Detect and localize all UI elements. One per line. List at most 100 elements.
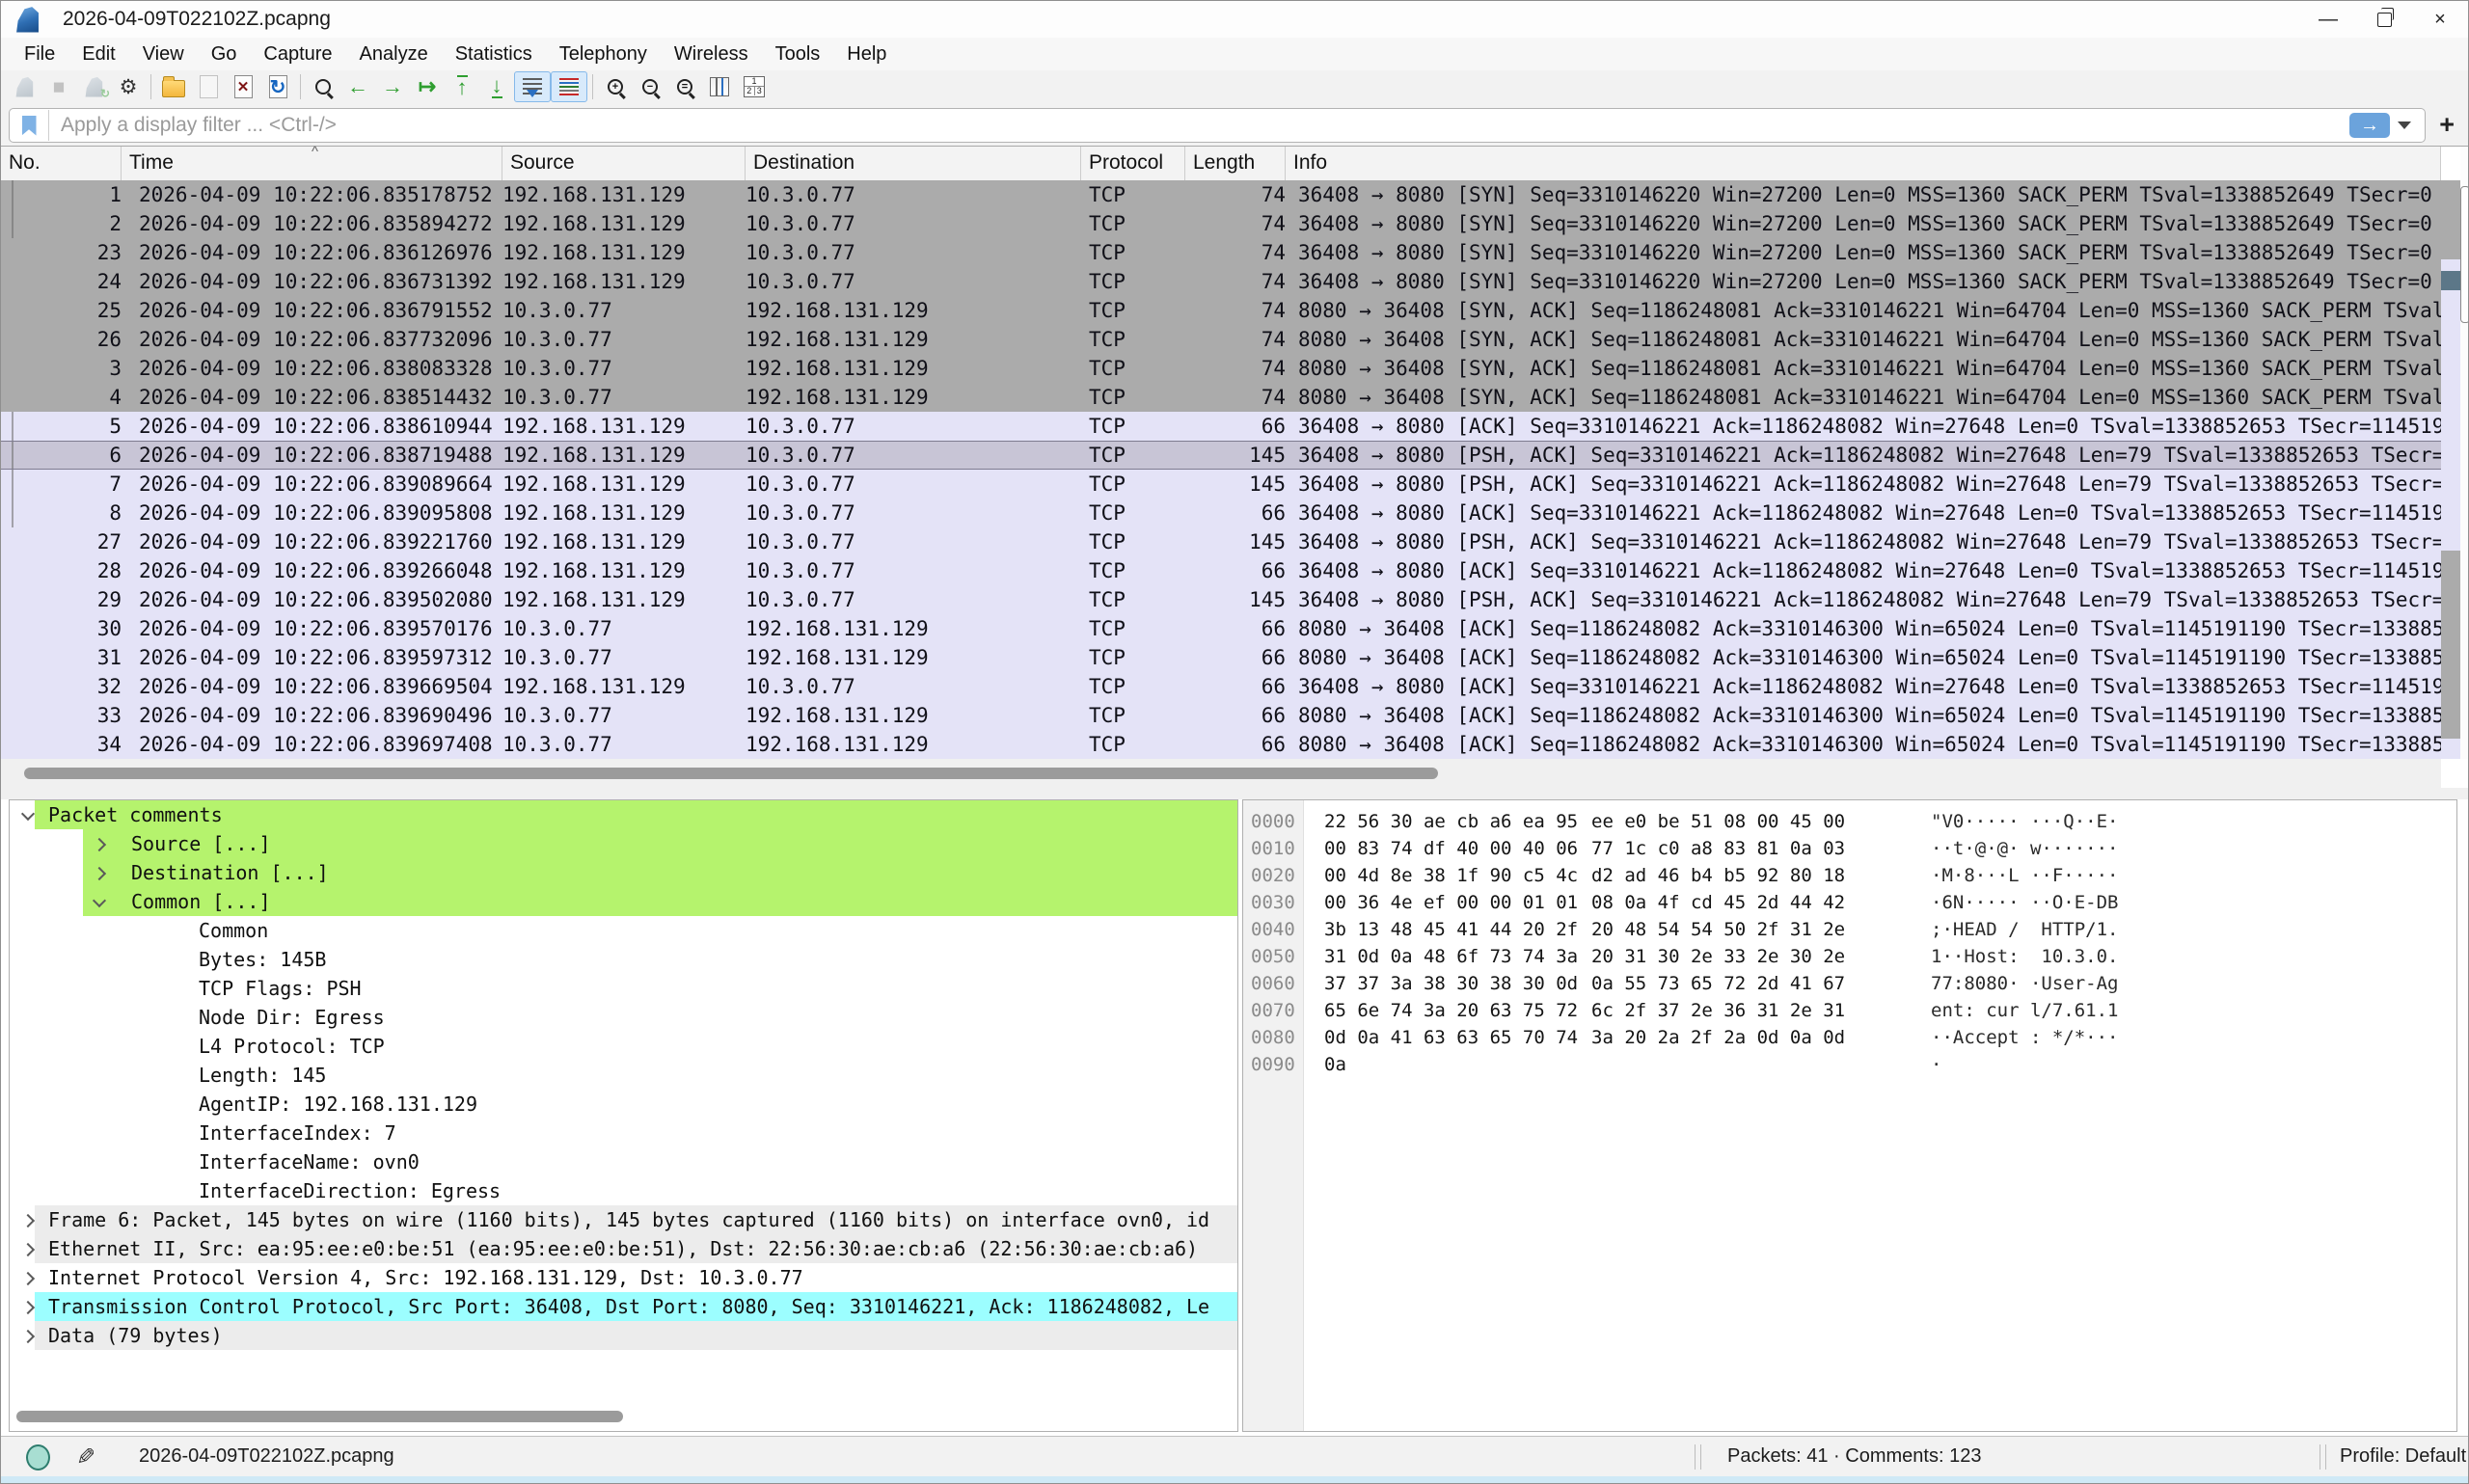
hex-row[interactable]: 00900a· xyxy=(1243,1051,2456,1078)
expert-info-icon[interactable] xyxy=(26,1444,50,1471)
detail-row[interactable]: Common [...] xyxy=(10,887,1237,916)
hex-row[interactable]: 006037 37 3a 38 30 38 30 0d0a 55 73 65 7… xyxy=(1243,970,2456,997)
zoom-in-button[interactable]: + xyxy=(598,72,633,101)
go-to-packet-button[interactable]: ↦ xyxy=(410,72,445,101)
column-header-protocol[interactable]: Protocol xyxy=(1081,147,1185,180)
auto-scroll-toggle[interactable] xyxy=(514,71,551,102)
menu-item-telephony[interactable]: Telephony xyxy=(546,38,661,70)
detail-row[interactable]: AgentIP: 192.168.131.129 xyxy=(10,1090,1237,1119)
add-filter-button-plus[interactable]: + xyxy=(2439,111,2455,138)
packet-list-hscrollbar[interactable] xyxy=(1,759,2441,788)
zoom-out-button[interactable]: − xyxy=(633,72,667,101)
detail-row[interactable]: InterfaceIndex: 7 xyxy=(10,1119,1237,1147)
capture-options-button[interactable]: ⚙ xyxy=(111,72,146,101)
menu-item-view[interactable]: View xyxy=(129,38,198,70)
collapsed-chevron-icon[interactable] xyxy=(21,1243,35,1256)
detail-row[interactable]: Frame 6: Packet, 145 bytes on wire (1160… xyxy=(10,1205,1237,1234)
capture-comment-icon[interactable]: ✎ xyxy=(76,1444,95,1471)
packet-row[interactable]: 72026-04-09 10:22:06.839089664192.168.13… xyxy=(1,470,2441,499)
hex-row[interactable]: 003000 36 4e ef 00 00 01 0108 0a 4f cd 4… xyxy=(1243,889,2456,916)
hex-row[interactable]: 00800d 0a 41 63 63 65 70 743a 20 2a 2f 2… xyxy=(1243,1024,2456,1051)
detail-row[interactable]: L4 Protocol: TCP xyxy=(10,1032,1237,1061)
resize-columns-button[interactable] xyxy=(702,72,737,101)
detail-row[interactable]: Destination [...] xyxy=(10,858,1237,887)
close-file-button[interactable]: ✕ xyxy=(226,72,260,101)
collapsed-chevron-icon[interactable] xyxy=(21,1214,35,1228)
open-file-button[interactable] xyxy=(156,72,191,101)
menu-item-go[interactable]: Go xyxy=(198,38,251,70)
column-header-source[interactable]: Source xyxy=(502,147,746,180)
collapsed-chevron-icon[interactable] xyxy=(21,1330,35,1343)
packet-row[interactable]: 272026-04-09 10:22:06.839221760192.168.1… xyxy=(1,527,2441,556)
packet-row[interactable]: 232026-04-09 10:22:06.836126976192.168.1… xyxy=(1,238,2441,267)
packet-row[interactable]: 42026-04-09 10:22:06.83851443210.3.0.771… xyxy=(1,383,2441,412)
menu-item-tools[interactable]: Tools xyxy=(762,38,834,70)
packet-row[interactable]: 292026-04-09 10:22:06.839502080192.168.1… xyxy=(1,585,2441,614)
display-filter-input[interactable] xyxy=(49,113,2349,138)
menu-item-help[interactable]: Help xyxy=(833,38,900,70)
close-button[interactable]: × xyxy=(2412,1,2468,38)
column-header-length[interactable]: Length xyxy=(1185,147,1286,180)
colorize-toggle[interactable] xyxy=(551,71,587,102)
pane-splitter[interactable] xyxy=(1,788,2468,799)
packet-row[interactable]: 322026-04-09 10:22:06.839669504192.168.1… xyxy=(1,672,2441,701)
menu-item-file[interactable]: File xyxy=(11,38,68,70)
menu-item-wireless[interactable]: Wireless xyxy=(661,38,762,70)
hex-row[interactable]: 000022 56 30 ae cb a6 ea 95ee e0 be 51 0… xyxy=(1243,808,2456,835)
collapsed-chevron-icon[interactable] xyxy=(21,1301,35,1314)
hex-row[interactable]: 00403b 13 48 45 41 44 20 2f20 48 54 54 5… xyxy=(1243,916,2456,943)
packet-row[interactable]: 282026-04-09 10:22:06.839266048192.168.1… xyxy=(1,556,2441,585)
menu-item-edit[interactable]: Edit xyxy=(68,38,128,70)
find-packet-button[interactable] xyxy=(306,72,340,101)
column-header-no[interactable]: No. xyxy=(1,147,122,180)
packet-row[interactable]: 22026-04-09 10:22:06.835894272192.168.13… xyxy=(1,209,2441,238)
go-forward-button[interactable]: → xyxy=(375,72,410,101)
column-header-info[interactable]: Info xyxy=(1286,147,2441,180)
filter-dropdown-chevron-icon[interactable] xyxy=(2398,121,2411,129)
status-profile[interactable]: Profile: Default xyxy=(2340,1445,2466,1468)
packet-row[interactable]: 332026-04-09 10:22:06.83969049610.3.0.77… xyxy=(1,701,2441,730)
detail-row[interactable]: Common xyxy=(10,916,1237,945)
collapsed-chevron-icon[interactable] xyxy=(21,1272,35,1285)
detail-row[interactable]: TCP Flags: PSH xyxy=(10,974,1237,1003)
vertical-scrollbar-thumb[interactable] xyxy=(2460,186,2469,323)
column-header-destination[interactable]: Destination xyxy=(746,147,1081,180)
menu-item-analyze[interactable]: Analyze xyxy=(346,38,442,70)
detail-row[interactable]: Node Dir: Egress xyxy=(10,1003,1237,1032)
packet-row[interactable]: 302026-04-09 10:22:06.83957017610.3.0.77… xyxy=(1,614,2441,643)
menu-item-capture[interactable]: Capture xyxy=(250,38,345,70)
detail-row[interactable]: Length: 145 xyxy=(10,1061,1237,1090)
reload-file-button[interactable]: ↻ xyxy=(260,72,295,101)
packet-row[interactable]: 62026-04-09 10:22:06.838719488192.168.13… xyxy=(1,441,2441,470)
minimize-button[interactable]: — xyxy=(2300,1,2356,38)
apply-filter-button[interactable]: → xyxy=(2349,113,2390,138)
packet-row[interactable]: 252026-04-09 10:22:06.83679155210.3.0.77… xyxy=(1,296,2441,325)
packet-row[interactable]: 312026-04-09 10:22:06.83959731210.3.0.77… xyxy=(1,643,2441,672)
detail-row[interactable]: Packet comments xyxy=(10,800,1237,829)
detail-row[interactable]: InterfaceName: ovn0 xyxy=(10,1147,1237,1176)
packet-list-minimap-scrollbar[interactable] xyxy=(2441,180,2460,759)
detail-row[interactable]: Source [...] xyxy=(10,829,1237,858)
packet-list-hscrollbar-thumb[interactable] xyxy=(24,768,1438,779)
go-to-top-button[interactable]: ↑ xyxy=(445,72,479,101)
hex-row[interactable]: 005031 0d 0a 48 6f 73 74 3a20 31 30 2e 3… xyxy=(1243,943,2456,970)
packet-row[interactable]: 82026-04-09 10:22:06.839095808192.168.13… xyxy=(1,499,2441,527)
hex-row[interactable]: 002000 4d 8e 38 1f 90 c5 4cd2 ad 46 b4 b… xyxy=(1243,862,2456,889)
packet-row[interactable]: 342026-04-09 10:22:06.83969740810.3.0.77… xyxy=(1,730,2441,759)
hex-row[interactable]: 007065 6e 74 3a 20 63 75 726c 2f 37 2e 3… xyxy=(1243,997,2456,1024)
packet-row[interactable]: 12026-04-09 10:22:06.835178752192.168.13… xyxy=(1,180,2441,209)
packet-row[interactable]: 262026-04-09 10:22:06.83773209610.3.0.77… xyxy=(1,325,2441,354)
packet-row[interactable]: 32026-04-09 10:22:06.83808332810.3.0.771… xyxy=(1,354,2441,383)
go-back-button[interactable]: ← xyxy=(340,72,375,101)
packet-row[interactable]: 242026-04-09 10:22:06.836731392192.168.1… xyxy=(1,267,2441,296)
layout-columns-button[interactable]: 123 xyxy=(737,72,772,101)
restore-button[interactable] xyxy=(2356,1,2412,38)
detail-row[interactable]: Transmission Control Protocol, Src Port:… xyxy=(10,1292,1237,1321)
go-to-bottom-button[interactable]: ↓ xyxy=(479,72,514,101)
detail-row[interactable]: Bytes: 145B xyxy=(10,945,1237,974)
zoom-original-button[interactable]: = xyxy=(667,72,702,101)
details-hscrollbar-thumb[interactable] xyxy=(16,1411,623,1422)
packet-row[interactable]: 52026-04-09 10:22:06.838610944192.168.13… xyxy=(1,412,2441,441)
detail-row[interactable]: InterfaceDirection: Egress xyxy=(10,1176,1237,1205)
filter-bookmark-button[interactable] xyxy=(10,110,49,141)
